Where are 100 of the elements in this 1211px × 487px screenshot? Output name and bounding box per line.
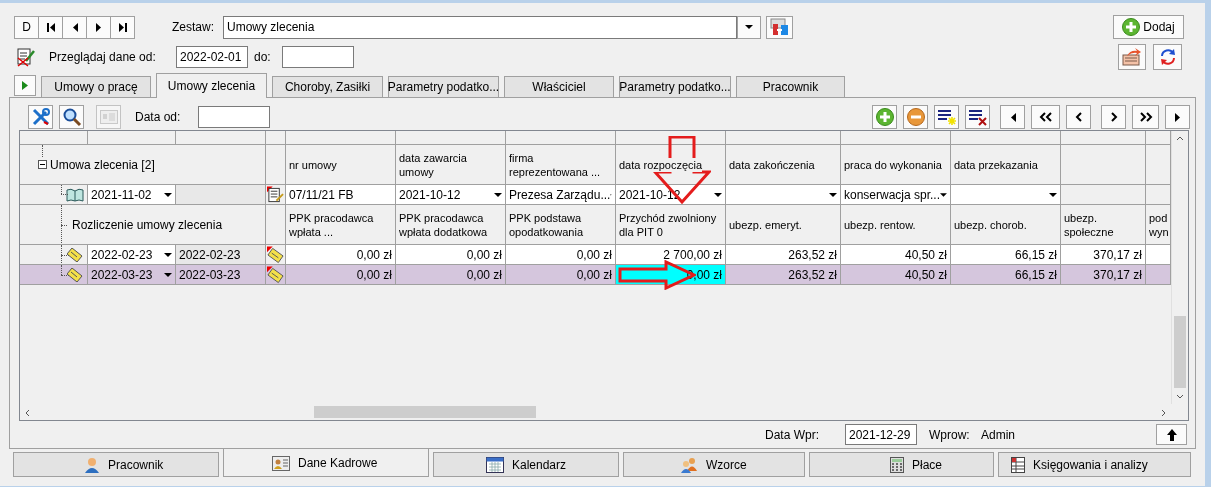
column-header[interactable]: ubezp. społeczne <box>1061 205 1146 245</box>
tab[interactable]: Umowy zlecenia <box>156 73 267 98</box>
first-button[interactable] <box>38 15 63 39</box>
table-cell[interactable]: 0,00 zł <box>286 245 396 265</box>
previous-button[interactable] <box>62 15 87 39</box>
table-cell[interactable]: 66,15 zł <box>951 245 1061 265</box>
vertical-scrollbar[interactable] <box>1171 131 1188 404</box>
column-header[interactable]: ubezp. rentow. <box>841 205 951 245</box>
scroll-thumb[interactable] <box>1174 316 1186 388</box>
next-button[interactable] <box>86 15 111 39</box>
column-header[interactable]: Przychód zwolniony dla PIT 0 <box>616 205 726 245</box>
column-header[interactable]: praca do wykonania <box>841 145 951 185</box>
play-icon <box>22 81 28 90</box>
record-button[interactable]: D <box>14 15 39 39</box>
refresh-button[interactable] <box>1153 44 1182 70</box>
search-icon <box>61 107 82 127</box>
tab[interactable]: Pracownik <box>736 76 845 97</box>
tab[interactable]: Parametry podatko... <box>388 76 499 97</box>
column-header[interactable]: PPK pracodawca wpłata ... <box>286 205 396 245</box>
export-button[interactable] <box>1118 44 1146 70</box>
dropdown-cell[interactable]: konserwacja spr... <box>841 185 951 205</box>
date-to-field[interactable] <box>282 46 354 68</box>
page-back-button[interactable] <box>1031 105 1060 129</box>
date-dropdown[interactable]: 2021-11-02 <box>88 185 176 205</box>
table-cell[interactable]: 0,00 zł <box>506 245 616 265</box>
new-row-button[interactable] <box>934 105 959 129</box>
tab[interactable]: Choroby, Zasiłki <box>272 76 383 97</box>
transfer-button[interactable] <box>766 15 793 39</box>
scroll-up-icon[interactable] <box>1176 136 1184 141</box>
up-button[interactable] <box>1156 424 1187 445</box>
table-row[interactable] <box>20 265 88 285</box>
column-header[interactable]: nr umowy <box>286 145 396 185</box>
column-header[interactable]: data zakończenia <box>726 145 841 185</box>
previous-icon <box>71 22 78 32</box>
previous-button[interactable] <box>1066 105 1091 129</box>
tab[interactable]: Umowy o pracę <box>41 76 151 97</box>
remove-row-button[interactable] <box>903 105 928 129</box>
dropdown-cell[interactable]: 2021-10-12 <box>396 185 506 205</box>
table-cell[interactable]: 66,15 zł <box>951 265 1061 285</box>
last-button[interactable] <box>1165 105 1190 129</box>
table-cell[interactable]: 0,00 zł <box>506 265 616 285</box>
caret-icon <box>829 192 837 197</box>
table-cell[interactable]: 0,00 zł <box>286 265 396 285</box>
table-row[interactable] <box>20 245 88 265</box>
table-cell[interactable]: 370,17 zł <box>1061 245 1146 265</box>
table-cell[interactable]: 0,00 zł <box>396 265 506 285</box>
column-header[interactable]: PPK pracodawca wpłata dodatkowa <box>396 205 506 245</box>
page-forward-button[interactable] <box>1132 105 1159 129</box>
banknote-icon <box>67 267 83 282</box>
column-header[interactable]: PPK podstawa opodatkowania <box>506 205 616 245</box>
column-header[interactable]: data rozpoczęcia <box>616 145 726 185</box>
caret-icon <box>1049 192 1057 197</box>
table-cell[interactable]: 263,52 zł <box>726 265 841 285</box>
table-cell[interactable]: 40,50 zł <box>841 265 951 285</box>
tools-button[interactable] <box>28 105 53 129</box>
scroll-thumb[interactable] <box>314 406 536 418</box>
table-cell[interactable]: 370,17 zł <box>1061 265 1146 285</box>
table-cell[interactable]: 263,52 zł <box>726 245 841 265</box>
tab[interactable]: Parametry podatko... <box>619 76 731 97</box>
scroll-left-icon[interactable] <box>25 409 30 417</box>
add-button[interactable]: Dodaj <box>1113 15 1184 39</box>
column-header[interactable]: ubezp. chorob. <box>951 205 1061 245</box>
column-header[interactable]: firma reprezentowana ... <box>506 145 616 185</box>
header-cell <box>266 131 286 145</box>
column-header[interactable]: data przekazania <box>951 145 1061 185</box>
table-cell[interactable]: 2 700,00 zł <box>616 245 726 265</box>
module-tab[interactable]: Wzorce <box>623 452 805 477</box>
search-button[interactable] <box>59 105 84 129</box>
add-row-button[interactable] <box>872 105 897 129</box>
date-from-field[interactable]: 2022-02-01 <box>176 46 248 68</box>
dropdown-cell[interactable] <box>951 185 1061 205</box>
dropdown-button[interactable] <box>737 15 761 39</box>
column-header[interactable]: ubezp. emeryt. <box>726 205 841 245</box>
date-field[interactable] <box>198 106 270 128</box>
date-dropdown[interactable]: 2022-03-23 <box>88 265 176 285</box>
table-cell[interactable]: 0,00 zł <box>396 245 506 265</box>
delete-row-button[interactable] <box>965 105 990 129</box>
last-button[interactable] <box>110 15 135 39</box>
caret-icon <box>494 192 502 197</box>
collapse-icon[interactable] <box>38 160 47 169</box>
next-button[interactable] <box>1101 105 1126 129</box>
module-tab[interactable]: Pracownik <box>13 452 219 477</box>
date-to-label: do: <box>254 50 272 64</box>
scroll-right-icon[interactable] <box>1161 409 1166 417</box>
dropdown-cell[interactable] <box>726 185 841 205</box>
module-tab[interactable]: Kalendarz <box>433 452 619 477</box>
entry-date-field[interactable]: 2021-12-29 <box>845 424 917 445</box>
module-tab[interactable]: Płace <box>809 452 994 477</box>
tab[interactable]: Właściciel <box>504 76 614 97</box>
first-button[interactable] <box>1000 105 1025 129</box>
column-header[interactable]: pod wyn <box>1146 205 1171 245</box>
date-dropdown[interactable]: 2022-02-23 <box>88 245 176 265</box>
dropdown-cell[interactable]: Prezesa Zarządu... <box>506 185 616 205</box>
expand-button[interactable] <box>14 75 36 96</box>
scroll-down-icon[interactable] <box>1176 394 1184 399</box>
column-header[interactable]: data zawarcia umowy <box>396 145 506 185</box>
table-cell[interactable]: 40,50 zł <box>841 245 951 265</box>
module-tab[interactable]: Księgowania i analizy <box>998 452 1191 477</box>
module-tab[interactable]: Dane Kadrowe <box>223 449 429 477</box>
set-combo-field[interactable]: Umowy zlecenia <box>223 15 737 39</box>
